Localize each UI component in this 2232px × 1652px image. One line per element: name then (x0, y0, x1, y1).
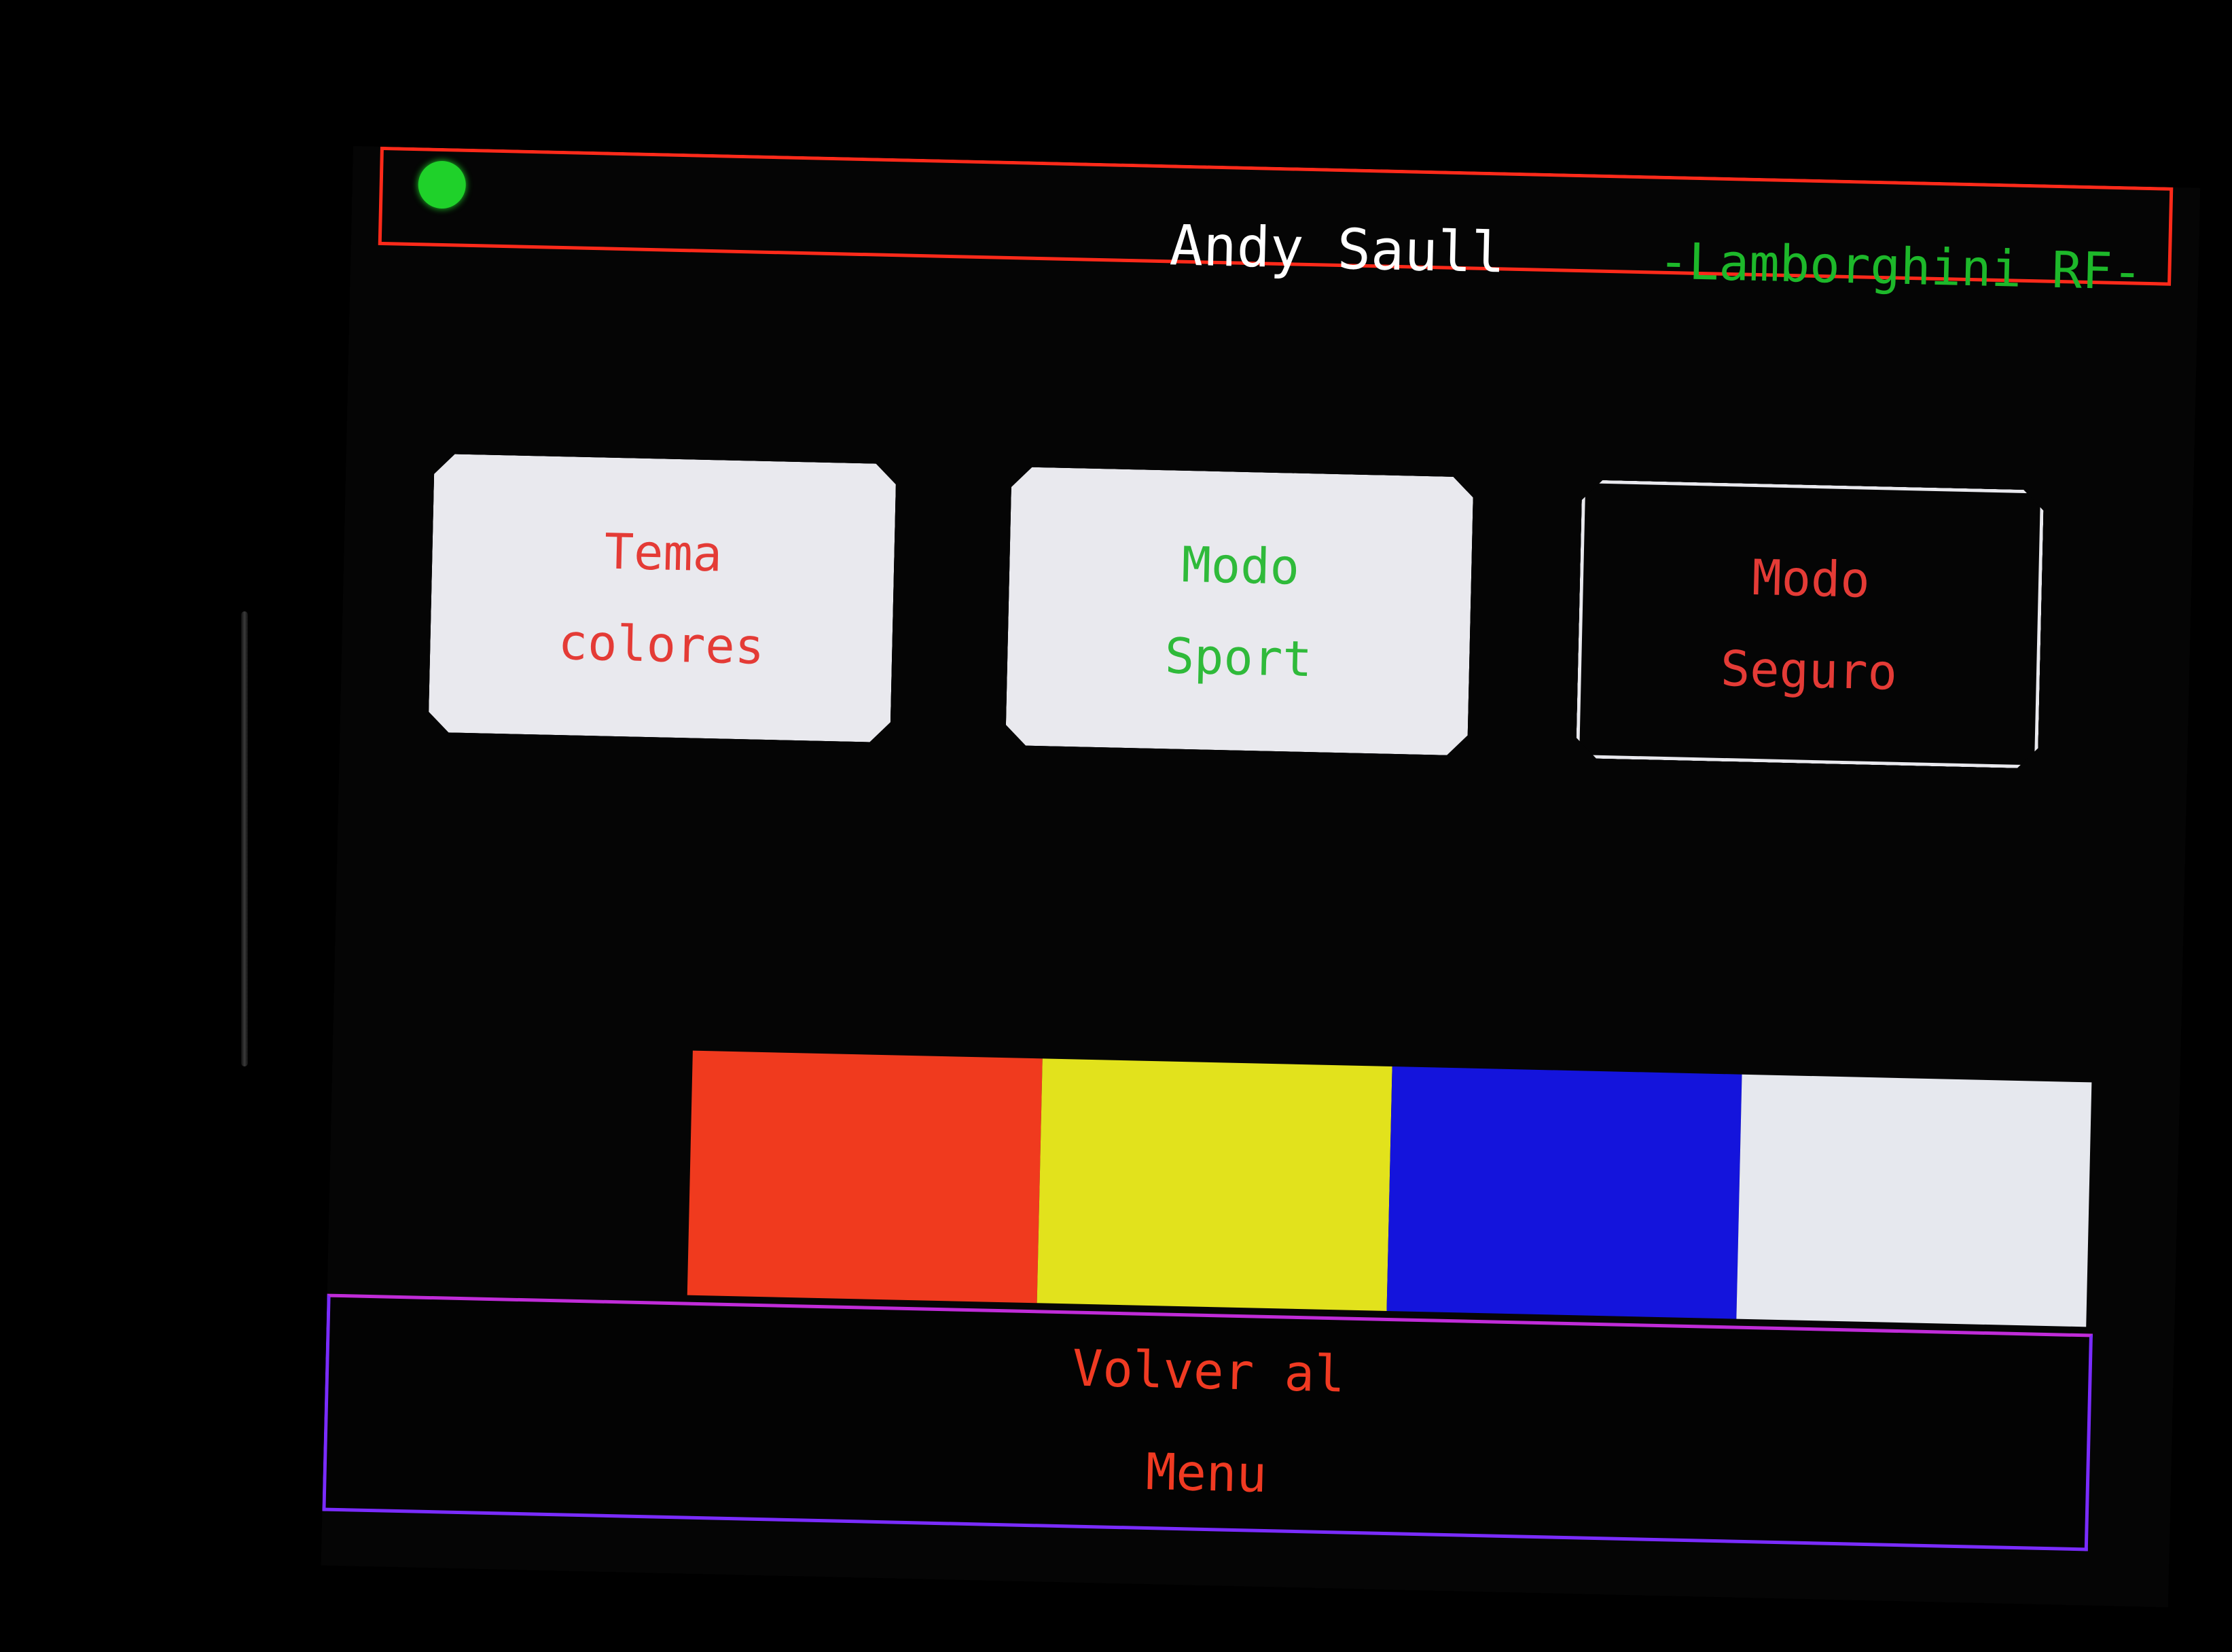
red-swatch[interactable] (687, 1050, 1043, 1304)
status-led-icon (417, 160, 467, 209)
back-label-line1: Volver al (1071, 1339, 1346, 1404)
yellow-swatch[interactable] (1037, 1058, 1392, 1311)
device-bezel-edge (241, 611, 248, 1066)
back-label-line2: Menu (1145, 1442, 1268, 1505)
brand-name: -Lamborghini RF- (1657, 232, 2144, 302)
user-name: Andy Saull (1168, 213, 1506, 286)
photo-stage: Andy Saull -Lamborghini RF- Tema colores… (0, 0, 2232, 1652)
sport-mode-button[interactable]: Modo Sport (1005, 467, 1473, 755)
button-label-line2: Sport (1164, 626, 1313, 687)
button-label-line2: colores (557, 613, 766, 675)
back-to-menu-button[interactable]: Volver al Menu (322, 1293, 2093, 1551)
tft-screen: Andy Saull -Lamborghini RF- Tema colores… (321, 146, 2201, 1608)
white-swatch[interactable] (1736, 1074, 2092, 1327)
button-label-line2: Seguro (1720, 639, 1898, 701)
button-label-line1: Tema (603, 522, 723, 582)
button-label-line1: Modo (1181, 535, 1300, 596)
blue-swatch[interactable] (1386, 1066, 1742, 1319)
title-bar: Andy Saull -Lamborghini RF- (378, 146, 2174, 302)
color-palette (687, 1050, 2092, 1327)
color-theme-button[interactable]: Tema colores (428, 454, 896, 742)
safe-mode-button[interactable]: Modo Seguro (1576, 480, 2044, 768)
button-label-line1: Modo (1751, 548, 1871, 609)
